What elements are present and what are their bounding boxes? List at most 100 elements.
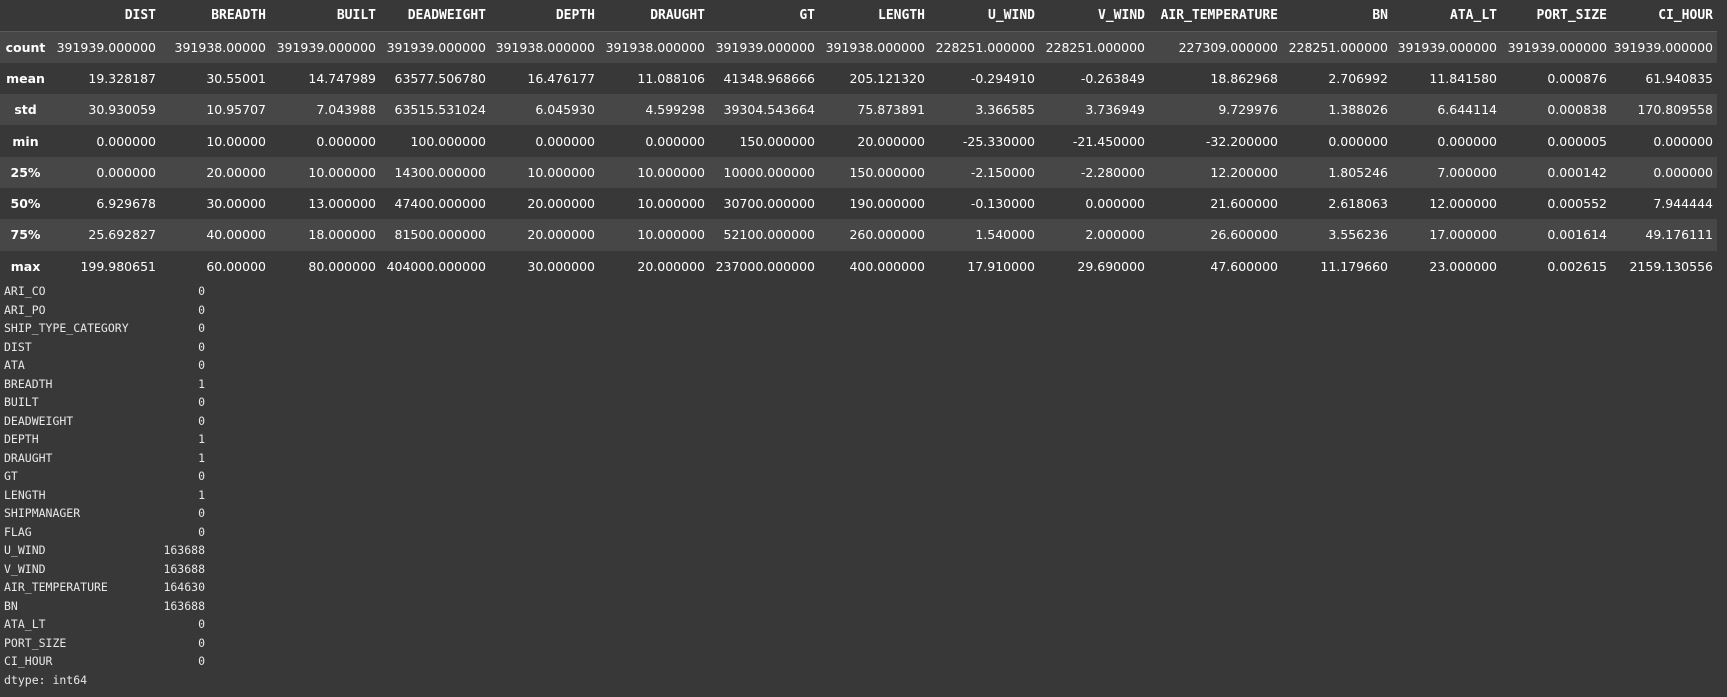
- table-cell: 9.729976: [1218, 102, 1278, 118]
- table-cell: 19.328187: [88, 70, 156, 86]
- table-cell: 30.00000: [206, 196, 266, 212]
- table-cell: 41348.968666: [723, 70, 815, 86]
- table-cell: 80.000000: [308, 258, 376, 274]
- null-count-value: 0: [198, 339, 205, 354]
- table-cell: 260.000000: [849, 227, 925, 243]
- column-header: CI_HOUR: [1611, 0, 1717, 32]
- table-cell: 49.176111: [1645, 227, 1713, 243]
- list-item: SHIP_TYPE_CATEGORY 0: [4, 319, 205, 338]
- column-name: FLAG: [4, 524, 32, 539]
- table-cell: -0.130000: [970, 196, 1035, 212]
- table-cell: 6.929678: [96, 196, 156, 212]
- list-item: LENGTH 1: [4, 486, 205, 505]
- table-cell: 237000.000000: [715, 258, 815, 274]
- table-cell: 6.644114: [1437, 102, 1497, 118]
- table-cell: 228251.000000: [1045, 39, 1145, 55]
- table-cell: 2.618063: [1328, 196, 1388, 212]
- null-count-value: 0: [198, 358, 205, 372]
- list-item: CI_HOUR 0: [4, 652, 205, 671]
- table-row: 25% 0.000000 20.00000 10.000000 14300.000000…: [0, 156, 1717, 188]
- null-count-value: 1: [198, 376, 205, 391]
- table-cell: 0.000000: [1653, 164, 1713, 180]
- column-header: AIR_TEMPERATURE: [1149, 0, 1282, 32]
- row-index-label: min: [12, 133, 39, 149]
- table-cell: 3.556236: [1328, 227, 1388, 243]
- column-name: AIR_TEMPERATURE: [4, 580, 108, 594]
- table-cell: 391938.000000: [495, 39, 595, 55]
- column-name: BUILT: [4, 395, 39, 409]
- table-cell: 23.000000: [1429, 258, 1497, 274]
- column-name: SHIPMANAGER: [4, 506, 81, 520]
- table-cell: 4.599298: [645, 102, 705, 118]
- table-cell: 26.600000: [1210, 227, 1278, 243]
- table-cell: 14300.000000: [394, 164, 486, 180]
- null-count-value: 1: [198, 432, 205, 446]
- table-cell: 18.862968: [1210, 70, 1278, 86]
- header-row: DIST BREADTH BUILT DEADWEIGHT DEPTH DRAUGHT GT…: [0, 0, 1717, 32]
- column-name: U_WIND: [4, 543, 46, 557]
- table-cell: -21.450000: [1072, 133, 1145, 149]
- row-index-label: std: [14, 102, 37, 118]
- table-cell: 0.000142: [1547, 164, 1607, 180]
- null-count-list: ARI_CO 0 ARI_PO 0 SHIP_TYPE_CATEGORY 0 DIST 0 AT…: [4, 282, 205, 671]
- table-cell: 30.55001: [206, 70, 266, 86]
- table-cell: 20.000000: [527, 227, 595, 243]
- table-cell: 20.000000: [857, 133, 925, 149]
- column-name: BN: [4, 598, 18, 613]
- null-count-value: 0: [198, 506, 205, 520]
- table-cell: 81500.000000: [394, 227, 486, 243]
- null-count-value: 0: [198, 617, 205, 631]
- table-cell: 30.000000: [527, 258, 595, 274]
- column-name: DRAUGHT: [4, 450, 53, 465]
- table-cell: 0.000000: [1653, 133, 1713, 149]
- null-count-value: 163688: [163, 543, 205, 557]
- table-cell: 10.95707: [206, 102, 266, 118]
- list-item: ARI_CO 0: [4, 282, 205, 301]
- table-cell: 11.088106: [637, 70, 705, 86]
- table-cell: 227309.000000: [1178, 39, 1278, 55]
- list-item: DRAUGHT 1: [4, 449, 205, 468]
- table-cell: 20.000000: [637, 258, 705, 274]
- table-cell: 39304.543664: [723, 102, 815, 118]
- list-item: BREADTH 1: [4, 375, 205, 394]
- table-cell: 40.00000: [206, 227, 266, 243]
- null-count-value: 0: [198, 284, 205, 298]
- table-row: max 199.980651 60.00000 80.000000 404000.000…: [0, 251, 1717, 282]
- table-cell: 150.000000: [849, 164, 925, 180]
- table-cell: 100.000000: [410, 133, 486, 149]
- table-cell: -0.294910: [970, 70, 1035, 86]
- list-item: PORT_SIZE 0: [4, 634, 205, 653]
- table-cell: 2.706992: [1328, 70, 1388, 86]
- column-name: DIST: [4, 339, 32, 354]
- table-cell: 17.000000: [1429, 227, 1497, 243]
- column-header: BUILT: [270, 0, 380, 32]
- null-count-value: 0: [198, 524, 205, 539]
- table-cell: 25.692827: [88, 227, 156, 243]
- table-cell: 170.809558: [1637, 102, 1713, 118]
- table-cell: 13.000000: [308, 196, 376, 212]
- table-cell: 0.000000: [1328, 133, 1388, 149]
- list-item: SHIPMANAGER 0: [4, 504, 205, 523]
- table-cell: 6.045930: [535, 102, 595, 118]
- table-cell: 61.940835: [1645, 70, 1713, 86]
- row-index-label: 25%: [10, 164, 41, 180]
- column-header: DEPTH: [490, 0, 599, 32]
- table-row: std 30.930059 10.95707 7.043988 63515.531024…: [0, 94, 1717, 126]
- column-header: BREADTH: [160, 0, 270, 32]
- column-header: LENGTH: [819, 0, 929, 32]
- table-cell: 0.000552: [1547, 196, 1607, 212]
- null-count-value: 0: [198, 413, 205, 428]
- table-cell: -2.280000: [1080, 164, 1145, 180]
- table-cell: 17.910000: [967, 258, 1035, 274]
- table-cell: 391939.000000: [386, 39, 486, 55]
- null-count-value: 1: [198, 450, 205, 465]
- list-item: BN 163688: [4, 597, 205, 616]
- null-count-value: 0: [198, 395, 205, 409]
- list-item: GT 0: [4, 467, 205, 486]
- table-cell: 10.000000: [637, 164, 705, 180]
- row-index-label: 50%: [10, 196, 41, 212]
- table-cell: 199.980651: [80, 258, 156, 274]
- null-count-value: 163688: [163, 598, 205, 613]
- table-cell: 2.000000: [1085, 227, 1145, 243]
- table-cell: 7.944444: [1653, 196, 1713, 212]
